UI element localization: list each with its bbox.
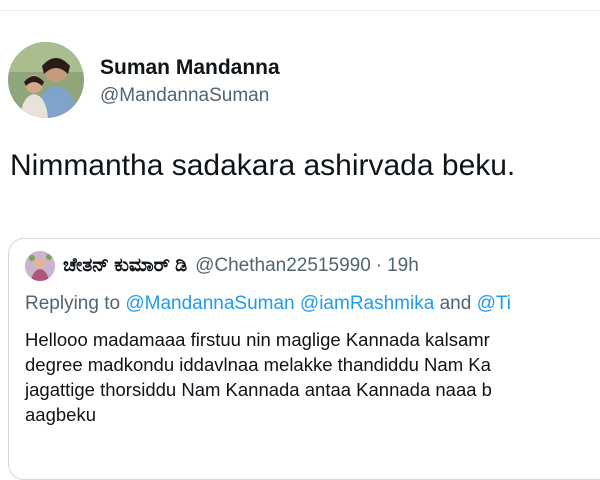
top-divider <box>0 10 600 11</box>
author-handle[interactable]: @MandannaSuman <box>100 83 280 109</box>
mention-link[interactable]: @MandannaSuman <box>125 293 294 314</box>
author-display-name[interactable]: Suman Mandanna <box>100 55 280 81</box>
tweet-author[interactable]: Suman Mandanna @MandannaSuman <box>8 42 280 118</box>
author-avatar[interactable] <box>8 42 84 118</box>
separator-dot: · <box>375 255 383 276</box>
quoted-tweet-line: jagattige thorsiddu Nam Kannada antaa Ka… <box>25 379 492 400</box>
quoted-tweet-line: Hellooo madamaaa firstuu nin maglige Kan… <box>25 329 490 350</box>
quoted-author-handle[interactable]: @Chethan22515990 <box>195 255 371 277</box>
profile-photo-icon <box>8 42 84 118</box>
quoted-author-name[interactable]: ಚೇತನ್ ಕುಮಾರ್ ಡಿ <box>63 255 187 277</box>
tweet-text: Nimmantha sadakara ashirvada beku. <box>10 149 516 182</box>
mention-link[interactable]: @Ti <box>477 293 511 314</box>
quoted-tweet-body: Hellooo madamaaa firstuu nin maglige Kan… <box>25 327 600 427</box>
replying-to-label: Replying to <box>25 293 121 314</box>
quoted-tweet-line: aagbeku <box>25 404 96 425</box>
quoted-tweet-header: ಚೇತನ್ ಕುಮಾರ್ ಡಿ @Chethan22515990 · 19h <box>25 251 419 281</box>
quoted-tweet[interactable]: ಚೇತನ್ ಕುಮಾರ್ ಡಿ @Chethan22515990 · 19h R… <box>8 238 600 480</box>
replying-to-line: Replying to @MandannaSuman @iamRashmika … <box>25 293 511 315</box>
replying-to-and: and <box>439 293 472 314</box>
mention-link[interactable]: @iamRashmika <box>300 293 434 314</box>
quoted-tweet-time[interactable]: 19h <box>387 255 419 277</box>
profile-photo-icon <box>25 251 55 281</box>
quoted-tweet-line: degree madkondu iddavlnaa melakke thandi… <box>25 354 491 375</box>
quoted-author-avatar[interactable] <box>25 251 55 281</box>
